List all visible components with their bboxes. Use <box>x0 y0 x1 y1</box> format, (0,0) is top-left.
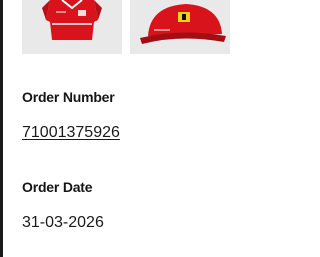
team-shirt-image <box>42 0 102 40</box>
order-number-label: Order Number <box>22 89 115 105</box>
order-number-link[interactable]: 71001375926 <box>22 124 120 142</box>
team-cap-image <box>140 4 226 44</box>
product-thumbnail-cap[interactable] <box>130 0 230 54</box>
order-date-label: Order Date <box>22 179 93 195</box>
panel-divider <box>0 0 3 257</box>
product-thumbnail-shirt[interactable] <box>22 0 122 54</box>
order-details-panel: Order Number 71001375926 Order Date 31-0… <box>0 0 257 257</box>
order-date-value: 31-03-2026 <box>22 214 104 231</box>
